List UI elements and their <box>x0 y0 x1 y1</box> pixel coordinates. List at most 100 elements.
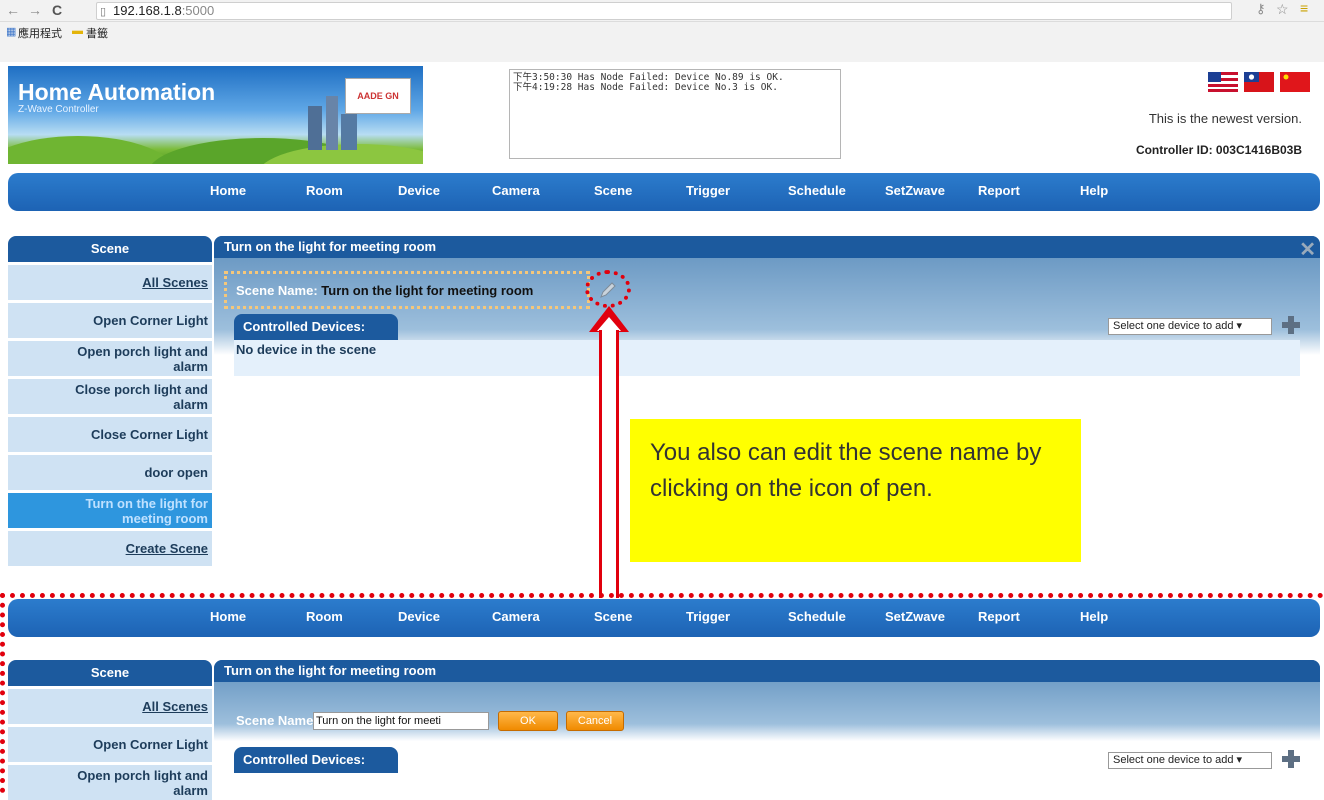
cancel-button[interactable]: Cancel <box>566 711 624 731</box>
nav-scene[interactable]: Scene <box>594 609 632 624</box>
version-status: This is the newest version. <box>1148 111 1302 126</box>
forward-icon[interactable]: → <box>28 2 42 18</box>
china-flag-icon[interactable] <box>1280 72 1310 92</box>
sidebar-item-scene-active[interactable]: Turn on the light for meeting room <box>8 493 212 528</box>
nav-home[interactable]: Home <box>210 183 246 198</box>
sidebar-item-label: Open porch light and alarm <box>77 767 208 798</box>
device-select-value: Select one device to add <box>1113 754 1234 766</box>
nav-help[interactable]: Help <box>1080 183 1108 198</box>
scene-sidebar-edit: Scene All Scenes Open Corner Light Open … <box>8 660 212 800</box>
sidebar-item-label: All Scenes <box>142 275 208 290</box>
browser-toolbar: ← → C ▯ 192.168.1.8:5000 ⚷ ☆ ≡ <box>0 0 1324 22</box>
building-shape <box>341 114 357 150</box>
sidebar-item-label: Turn on the light for meeting room <box>85 495 208 526</box>
reload-icon[interactable]: C <box>52 2 62 18</box>
scene-name-input-value: Turn on the light for meeti <box>316 715 441 727</box>
url-host: 192.168.1.8 <box>113 3 182 18</box>
nav-trigger[interactable]: Trigger <box>686 183 730 198</box>
sidebar-title: Scene <box>8 236 212 262</box>
site-title: Home Automation <box>18 79 216 105</box>
sidebar-item-scene[interactable]: Close porch light and alarm <box>8 379 212 414</box>
scene-sidebar: Scene All Scenes Open Corner Light Open … <box>8 236 212 566</box>
no-device-text: No device in the scene <box>236 342 377 357</box>
device-select[interactable]: Select one device to add ▾ <box>1108 318 1272 335</box>
sidebar-item-scene[interactable]: Open Corner Light <box>8 303 212 338</box>
sidebar-item-label: door open <box>144 465 208 480</box>
main-nav: Home Room Device Camera Scene Trigger Sc… <box>8 173 1320 211</box>
nav-schedule[interactable]: Schedule <box>788 183 846 198</box>
nav-scene[interactable]: Scene <box>594 183 632 198</box>
sidebar-item-scene[interactable]: Close Corner Light <box>8 417 212 452</box>
site-banner: Home Automation Z-Wave Controller AADE G… <box>8 66 423 164</box>
company-logo: AADE GN <box>345 78 411 114</box>
building-shape <box>308 106 322 150</box>
bookmarks-bar: ▦ 應用程式 ▬ 書籤 <box>0 22 1324 62</box>
scene-detail-title: Turn on the light for meeting room <box>214 660 1320 682</box>
sidebar-item-scene[interactable]: door open <box>8 455 212 490</box>
menu-icon[interactable]: ≡ <box>1300 0 1308 16</box>
sidebar-item-scene[interactable]: Open Corner Light <box>8 727 212 762</box>
sidebar-item-scene[interactable]: Open porch light and alarm <box>8 341 212 376</box>
sidebar-item-label: Create Scene <box>125 541 208 556</box>
star-icon[interactable]: ☆ <box>1276 1 1289 18</box>
hill-shape <box>8 136 178 164</box>
page-icon: ▯ <box>100 6 107 18</box>
add-device-icon[interactable] <box>1282 750 1300 768</box>
sidebar-item-label: Open Corner Light <box>93 313 208 328</box>
nav-setzwave[interactable]: SetZwave <box>885 609 945 624</box>
sidebar-item-all-scenes[interactable]: All Scenes <box>8 689 212 724</box>
apps-icon[interactable]: ▦ <box>6 25 16 38</box>
us-flag-icon[interactable] <box>1208 72 1238 92</box>
nav-setzwave[interactable]: SetZwave <box>885 183 945 198</box>
nav-camera[interactable]: Camera <box>492 183 540 198</box>
scene-detail-title: Turn on the light for meeting room <box>214 236 1320 258</box>
nav-camera[interactable]: Camera <box>492 609 540 624</box>
scene-name-highlight <box>224 271 590 309</box>
nav-report[interactable]: Report <box>978 183 1020 198</box>
device-select-value: Select one device to add <box>1113 320 1234 332</box>
controlled-devices-header: Controlled Devices: <box>234 747 398 773</box>
url-port: :5000 <box>181 3 215 18</box>
sidebar-item-label: Close Corner Light <box>90 427 208 442</box>
sidebar-item-label: Close porch light and alarm <box>75 381 208 412</box>
nav-schedule[interactable]: Schedule <box>788 609 846 624</box>
nav-device[interactable]: Device <box>398 183 440 198</box>
ok-button[interactable]: OK <box>498 711 558 731</box>
add-device-icon[interactable] <box>1282 316 1300 334</box>
nav-room[interactable]: Room <box>306 183 343 198</box>
arrow-head-inner <box>597 317 621 331</box>
device-select[interactable]: Select one device to add ▾ <box>1108 752 1272 769</box>
log-line: 下午4:19:28 Has Node Failed: Device No.3 i… <box>513 82 778 93</box>
scene-detail-panel: Turn on the light for meeting room ✕ Sce… <box>214 236 1320 406</box>
main-nav-edit: Home Room Device Camera Scene Trigger Sc… <box>8 599 1320 637</box>
nav-device[interactable]: Device <box>398 609 440 624</box>
bookmark-apps[interactable]: 應用程式 <box>18 25 62 41</box>
pen-highlight <box>585 270 631 308</box>
sidebar-item-label: All Scenes <box>142 699 208 714</box>
controlled-devices-header: Controlled Devices: <box>234 314 398 340</box>
scene-name-label: Scene Name: <box>236 713 318 728</box>
bookmark-folder[interactable]: 書籤 <box>86 25 108 41</box>
key-icon[interactable]: ⚷ <box>1256 1 1266 17</box>
nav-home[interactable]: Home <box>210 609 246 624</box>
arrow-shaft <box>599 330 619 598</box>
close-icon[interactable]: ✕ <box>1299 237 1316 262</box>
nav-report[interactable]: Report <box>978 609 1020 624</box>
sidebar-item-create-scene[interactable]: Create Scene <box>8 531 212 566</box>
nav-trigger[interactable]: Trigger <box>686 609 730 624</box>
sidebar-item-all-scenes[interactable]: All Scenes <box>8 265 212 300</box>
address-bar[interactable]: ▯ 192.168.1.8:5000 <box>96 2 1232 20</box>
scene-name-row: Scene Name: <box>236 713 318 728</box>
controlled-devices-list: No device in the scene <box>234 340 1300 376</box>
back-icon[interactable]: ← <box>6 2 20 18</box>
sidebar-item-scene[interactable]: Open porch light and alarm <box>8 765 212 800</box>
nav-help[interactable]: Help <box>1080 609 1108 624</box>
folder-icon: ▬ <box>72 25 83 37</box>
annotation-note: You also can edit the scene name by clic… <box>630 419 1081 562</box>
scene-detail-panel-edit: Turn on the light for meeting room Scene… <box>214 660 1320 776</box>
scene-name-input[interactable]: Turn on the light for meeti <box>313 712 489 730</box>
nav-room[interactable]: Room <box>306 609 343 624</box>
sidebar-item-label: Open porch light and alarm <box>77 343 208 374</box>
event-log[interactable]: 下午3:50:30 Has Node Failed: Device No.89 … <box>509 69 841 159</box>
taiwan-flag-icon[interactable] <box>1244 72 1274 92</box>
